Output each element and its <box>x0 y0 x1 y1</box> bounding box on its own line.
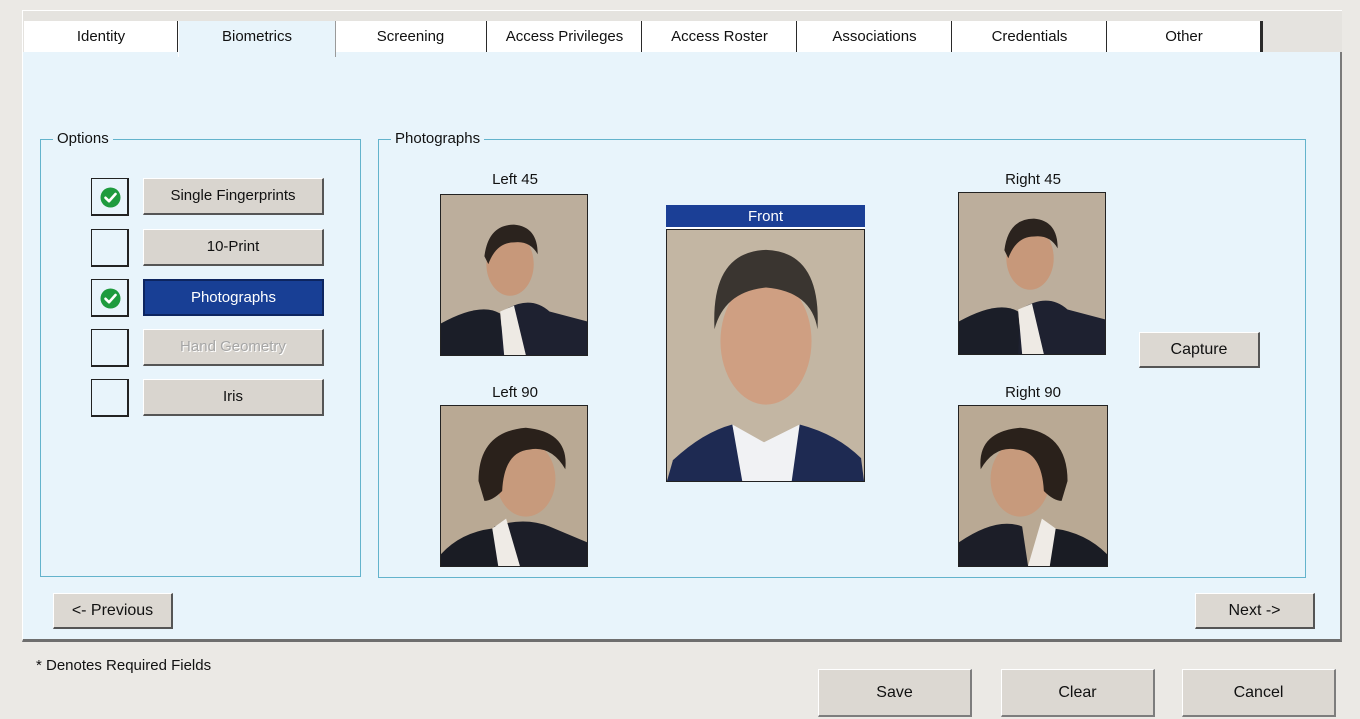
left45-caption: Left 45 <box>492 171 538 188</box>
tab-access-privileges[interactable]: Access Privileges <box>487 21 644 54</box>
clear-button[interactable]: Clear <box>1001 669 1155 717</box>
cancel-button[interactable]: Cancel <box>1182 669 1336 717</box>
required-fields-note: * Denotes Required Fields <box>36 657 212 674</box>
options-legend: Options <box>53 130 113 148</box>
single-fingerprints-button[interactable]: Single Fingerprints <box>143 178 324 215</box>
left45-photo <box>440 194 588 356</box>
right90-photo <box>958 405 1108 567</box>
tab-identity[interactable]: Identity <box>24 21 180 54</box>
tab-associations[interactable]: Associations <box>797 21 954 54</box>
save-button[interactable]: Save <box>818 669 972 717</box>
single-fingerprints-checkbox[interactable] <box>91 178 129 216</box>
iris-button[interactable]: Iris <box>143 379 324 416</box>
check-icon <box>100 288 121 309</box>
next-button[interactable]: Next -> <box>1195 593 1315 629</box>
10-print-button[interactable]: 10-Print <box>143 229 324 266</box>
iris-checkbox[interactable] <box>91 379 129 417</box>
front-photo <box>666 229 865 482</box>
photographs-button[interactable]: Photographs <box>143 279 324 316</box>
tab-screening[interactable]: Screening <box>334 21 489 54</box>
tab-other[interactable]: Other <box>1107 21 1263 54</box>
tab-credentials[interactable]: Credentials <box>952 21 1109 54</box>
right45-caption: Right 45 <box>1005 171 1061 188</box>
left90-caption: Left 90 <box>492 384 538 401</box>
tab-biometrics[interactable]: Biometrics <box>178 21 336 57</box>
check-icon <box>100 187 121 208</box>
hand-geometry-checkbox[interactable] <box>91 329 129 367</box>
left90-photo <box>440 405 588 567</box>
tab-access-roster[interactable]: Access Roster <box>642 21 799 54</box>
10-print-checkbox[interactable] <box>91 229 129 267</box>
front-header: Front <box>666 205 865 229</box>
photographs-checkbox[interactable] <box>91 279 129 317</box>
right90-caption: Right 90 <box>1005 384 1061 401</box>
previous-button[interactable]: <- Previous <box>53 593 173 629</box>
hand-geometry-button: Hand Geometry <box>143 329 324 366</box>
capture-button[interactable]: Capture <box>1139 332 1260 368</box>
photographs-legend: Photographs <box>391 130 485 148</box>
right45-photo <box>958 192 1106 355</box>
